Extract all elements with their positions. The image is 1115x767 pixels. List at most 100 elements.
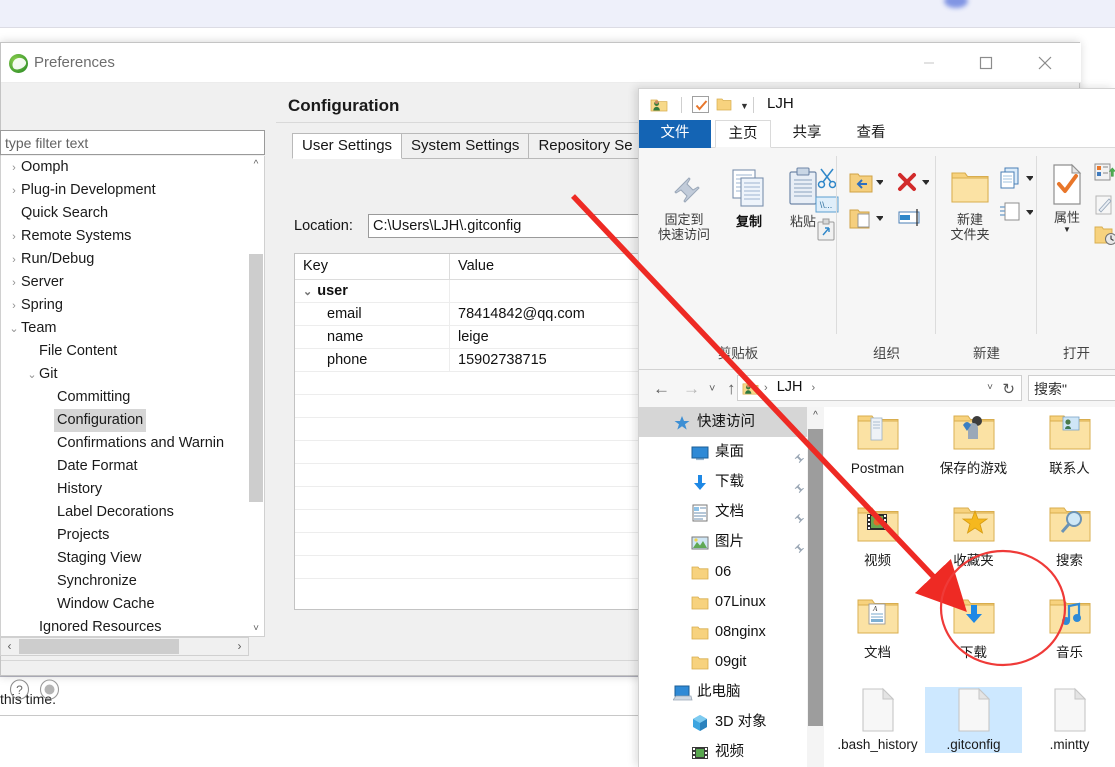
- copy-button[interactable]: 复制: [723, 166, 775, 229]
- nav-pane-item-下载[interactable]: 下载: [639, 467, 824, 497]
- history-icon[interactable]: [1094, 224, 1115, 251]
- tree-item-git[interactable]: ⌄ Git: [1, 363, 264, 386]
- move-to-icon[interactable]: [849, 170, 884, 201]
- tree-item-label-decorations[interactable]: Label Decorations: [1, 501, 264, 524]
- tree-item-remote-systems[interactable]: › Remote Systems: [1, 225, 264, 248]
- table-row[interactable]: name leige: [295, 326, 653, 349]
- scroll-up-icon[interactable]: ^: [248, 156, 264, 173]
- scroll-left-icon[interactable]: ‹: [1, 638, 18, 655]
- tree-item-configuration[interactable]: Configuration: [1, 409, 264, 432]
- tree-spacer[interactable]: [43, 502, 57, 525]
- nav-pane-item-此电脑[interactable]: 此电脑: [639, 677, 824, 707]
- nav-pane-item-07Linux[interactable]: 07Linux: [639, 587, 824, 617]
- chevron-right-icon[interactable]: ›: [7, 180, 21, 203]
- ribbon-tab-home[interactable]: 主页: [715, 120, 771, 148]
- file-item[interactable]: 下载: [925, 595, 1022, 661]
- pin-icon[interactable]: [791, 445, 804, 464]
- edit-icon[interactable]: [1094, 194, 1115, 221]
- file-item[interactable]: A 文档: [829, 595, 926, 661]
- new-folder-button[interactable]: 新建 文件夹: [942, 166, 998, 242]
- navigation-pane[interactable]: 快速访问 桌面 下载 文档 图片 06 07Linux 08nginx 09git 此电脑 3D 对…: [639, 407, 824, 767]
- hscroll-thumb[interactable]: [19, 639, 179, 654]
- tree-spacer[interactable]: [43, 433, 57, 456]
- breadcrumb[interactable]: › LJH ›: [764, 379, 815, 395]
- minimize-button[interactable]: [906, 43, 952, 83]
- tree-item-date-format[interactable]: Date Format: [1, 455, 264, 478]
- chevron-right-icon[interactable]: ›: [7, 272, 21, 295]
- pin-icon[interactable]: [791, 475, 804, 494]
- breadcrumb-current[interactable]: LJH: [777, 379, 803, 395]
- tree-spacer[interactable]: [7, 203, 21, 226]
- maximize-button[interactable]: [963, 43, 1009, 83]
- tree-item-synchronize[interactable]: Synchronize: [1, 570, 264, 593]
- pin-icon[interactable]: [791, 505, 804, 524]
- properties-dropdown-caret-icon[interactable]: ▼: [1041, 225, 1093, 234]
- nav-pane-item-09git[interactable]: 09git: [639, 647, 824, 677]
- close-button[interactable]: [1022, 43, 1068, 83]
- chevron-right-icon[interactable]: ›: [7, 157, 21, 180]
- file-item[interactable]: 视频: [829, 503, 926, 569]
- tree-spacer[interactable]: [43, 387, 57, 410]
- ribbon-tab-share[interactable]: 共享: [779, 120, 835, 148]
- tree-item-quick-search[interactable]: Quick Search: [1, 202, 264, 225]
- scroll-down-icon[interactable]: ˅: [248, 620, 264, 636]
- chevron-right-icon[interactable]: ›: [7, 249, 21, 272]
- scroll-thumb[interactable]: [249, 254, 263, 502]
- easy-access-icon[interactable]: [999, 200, 1034, 231]
- chevron-right-icon[interactable]: ›: [7, 295, 21, 318]
- nav-pane-item-快速访问[interactable]: 快速访问: [639, 407, 824, 437]
- nav-pane-item-桌面[interactable]: 桌面: [639, 437, 824, 467]
- properties-button[interactable]: 属性 ▼: [1041, 162, 1093, 234]
- forward-arrow-icon[interactable]: →: [683, 379, 700, 399]
- tree-item-server[interactable]: › Server: [1, 271, 264, 294]
- refresh-icon[interactable]: ↻: [1002, 380, 1015, 398]
- tree-item-window-cache[interactable]: Window Cache: [1, 593, 264, 616]
- file-item[interactable]: .mintty: [1021, 687, 1115, 753]
- tree-item-committing[interactable]: Committing: [1, 386, 264, 409]
- tab-repository-se[interactable]: Repository Se: [528, 133, 643, 159]
- nav-pane-item-视频[interactable]: 视频: [639, 737, 824, 767]
- file-item[interactable]: 收藏夹: [925, 503, 1022, 569]
- table-row[interactable]: phone 15902738715: [295, 349, 653, 372]
- location-input[interactable]: C:\Users\LJH\.gitconfig: [368, 214, 658, 238]
- address-bar[interactable]: › LJH › ˅ ↻: [737, 375, 1022, 401]
- rename-icon[interactable]: [895, 206, 925, 235]
- nav-pane-item-图片[interactable]: 图片: [639, 527, 824, 557]
- scroll-right-icon[interactable]: ›: [231, 638, 248, 655]
- pin-to-quick-access-button[interactable]: 固定到 快速访问: [647, 166, 721, 242]
- search-input[interactable]: 搜索": [1028, 375, 1115, 401]
- nav-pane-item-3D-对象[interactable]: 3D 对象: [639, 707, 824, 737]
- navigation-pane-scrollbar[interactable]: ^: [807, 407, 824, 767]
- tree-spacer[interactable]: [43, 456, 57, 479]
- chevron-down-icon[interactable]: ⌄: [303, 286, 312, 298]
- nav-pane-item-06[interactable]: 06: [639, 557, 824, 587]
- tree-item-history[interactable]: History: [1, 478, 264, 501]
- preferences-filter-input[interactable]: type filter text: [0, 130, 265, 155]
- preferences-tree-vscrollbar[interactable]: ^ ˅: [248, 156, 264, 636]
- file-item[interactable]: Postman: [829, 411, 926, 477]
- properties-check-icon[interactable]: [692, 96, 709, 113]
- help-icon[interactable]: ?: [9, 679, 30, 700]
- ribbon-tab-file[interactable]: 文件: [639, 120, 711, 148]
- tree-item-run-debug[interactable]: › Run/Debug: [1, 248, 264, 271]
- table-row[interactable]: email 78414842@qq.com: [295, 303, 653, 326]
- preferences-tree[interactable]: › Oomph › Plug-in Development Quick Search ›…: [0, 156, 265, 637]
- tree-item-confirmations-and-warnin[interactable]: Confirmations and Warnin: [1, 432, 264, 455]
- tab-system-settings[interactable]: System Settings: [401, 133, 530, 159]
- config-table[interactable]: Key Value ⌄ user email 78414842@qq.com name l…: [294, 253, 654, 610]
- recent-locations-icon[interactable]: ˅: [709, 383, 715, 395]
- file-list-pane[interactable]: Postman 保存的游戏 联系人 视频 收藏夹 搜索 A 文档 下载 音乐 .bash_histo…: [825, 407, 1115, 767]
- tree-spacer[interactable]: [43, 525, 57, 548]
- file-item[interactable]: 保存的游戏: [925, 411, 1022, 477]
- nav-pane-item-文档[interactable]: 文档: [639, 497, 824, 527]
- ribbon-tab-view[interactable]: 查看: [843, 120, 899, 148]
- tree-spacer[interactable]: [43, 594, 57, 617]
- file-item[interactable]: 音乐: [1021, 595, 1115, 661]
- copy-to-icon[interactable]: [849, 206, 884, 237]
- pin-icon[interactable]: [791, 535, 804, 554]
- file-item-selected[interactable]: .gitconfig: [925, 687, 1022, 753]
- tab-user-settings[interactable]: User Settings: [292, 133, 403, 159]
- open-icon[interactable]: [1094, 162, 1115, 189]
- tree-item-team[interactable]: ⌄ Team: [1, 317, 264, 340]
- user-folder-icon[interactable]: [650, 96, 668, 114]
